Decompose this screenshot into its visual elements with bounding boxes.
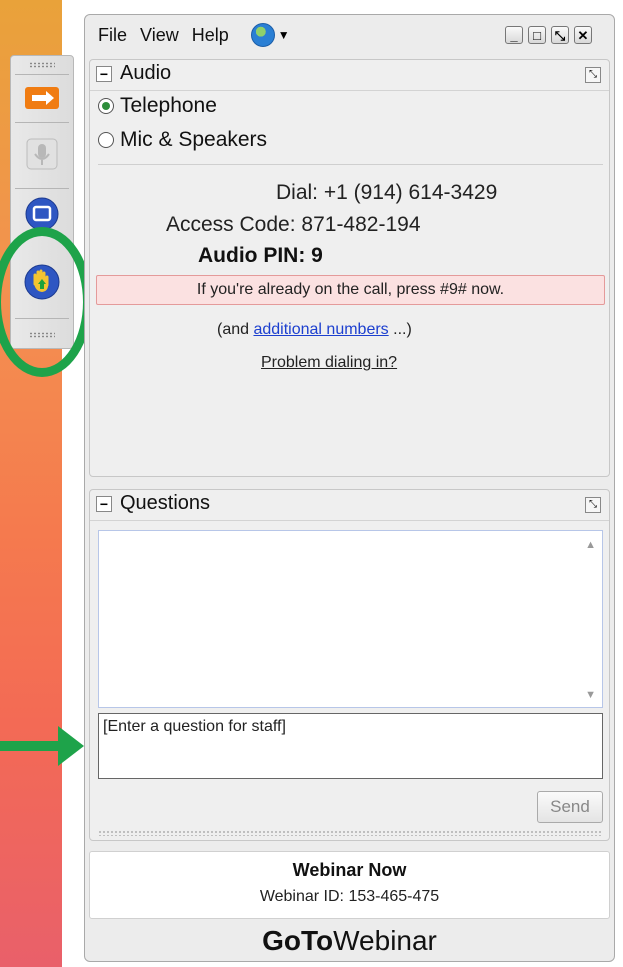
already-on-call-alert: If you're already on the call, press #9#… [96, 275, 605, 305]
radio-telephone-label: Telephone [120, 94, 217, 117]
audio-pin: Audio PIN: 9 [198, 244, 323, 268]
questions-panel-header: − Questions ⤡ [90, 490, 609, 521]
questions-title: Questions [120, 492, 211, 514]
divider [15, 188, 69, 189]
radio-mic-speakers[interactable]: Mic & Speakers [98, 128, 267, 152]
logo-webinar: Webinar [333, 925, 437, 956]
questions-panel: − Questions ⤡ ▲ ▼ [Enter a question for … [89, 489, 610, 841]
webinar-id: Webinar ID: 153-465-475 [259, 888, 440, 905]
problem-dialing-link[interactable]: Problem dialing in? [261, 354, 397, 372]
logo-goto: GoTo [262, 925, 334, 956]
chevron-down-icon[interactable]: ▼ [278, 28, 290, 42]
annotation-arrow-shaft [0, 741, 62, 751]
menu-view[interactable]: View [140, 25, 179, 46]
popout-questions-button[interactable]: ⤡ [585, 497, 601, 513]
audio-pin-label: Audio PIN: [198, 244, 306, 267]
question-input[interactable]: [Enter a question for staff] [98, 713, 603, 779]
additional-numbers-link[interactable]: additional numbers [253, 321, 388, 338]
collapse-questions-button[interactable]: − [96, 496, 112, 512]
additional-numbers-line: (and additional numbers ...) [217, 321, 412, 339]
radio-telephone[interactable]: Telephone [98, 94, 217, 118]
dial-number: +1 (914) 614-3429 [323, 181, 498, 204]
maximize-button[interactable]: □ [528, 26, 546, 44]
toolbar-grip-top[interactable] [29, 62, 55, 68]
orange-arrow-icon [25, 87, 59, 109]
additional-prefix: (and [217, 321, 254, 338]
popout-audio-button[interactable]: ⤡ [585, 67, 601, 83]
gotowebinar-control-panel: File View Help ▼ _ □ ⤡ ✕ − Audio ⤡ Telep… [84, 14, 615, 962]
audio-panel: − Audio ⤡ Telephone Mic & Speakers Dial:… [89, 59, 610, 477]
microphone-button[interactable] [21, 134, 63, 174]
webinar-name: Webinar Now [292, 860, 407, 880]
minimize-button[interactable]: _ [505, 26, 523, 44]
audio-title: Audio [120, 62, 172, 84]
webinar-info: Webinar Now Webinar ID: 153-465-475 [89, 851, 610, 919]
scroll-down-icon[interactable]: ▼ [585, 689, 596, 701]
audio-panel-header: − Audio ⤡ [90, 60, 609, 91]
access-code-label: Access Code: [166, 213, 296, 236]
restore-button[interactable]: ⤡ [551, 26, 569, 44]
radio-unselected-icon[interactable] [98, 132, 114, 148]
dial-label: Dial: [276, 181, 319, 204]
divider [98, 164, 603, 165]
questions-log[interactable]: ▲ ▼ [98, 530, 603, 708]
close-button[interactable]: ✕ [574, 26, 592, 44]
resize-grip[interactable] [98, 830, 603, 836]
collapse-audio-button[interactable]: − [96, 66, 112, 82]
menu-help[interactable]: Help [192, 25, 229, 46]
dial-info: Dial: +1 (914) 614-3429 [276, 181, 497, 205]
microphone-icon [26, 138, 58, 170]
radio-mic-speakers-label: Mic & Speakers [120, 128, 268, 151]
show-hide-panel-button[interactable] [21, 78, 63, 118]
globe-icon[interactable] [250, 23, 275, 47]
access-code-value: 871-482-194 [301, 213, 421, 236]
send-button[interactable]: Send [537, 791, 603, 823]
menu-file[interactable]: File [98, 25, 127, 46]
gotowebinar-logo: GoToWebinar [85, 925, 614, 957]
divider [15, 74, 69, 75]
access-code-info: Access Code: 871-482-194 [166, 213, 421, 237]
annotation-arrow-head [58, 726, 84, 766]
audio-pin-value: 9 [311, 244, 323, 267]
additional-suffix: ...) [388, 321, 412, 338]
divider [15, 122, 69, 123]
radio-selected-icon[interactable] [98, 98, 114, 114]
scroll-up-icon[interactable]: ▲ [585, 539, 596, 551]
